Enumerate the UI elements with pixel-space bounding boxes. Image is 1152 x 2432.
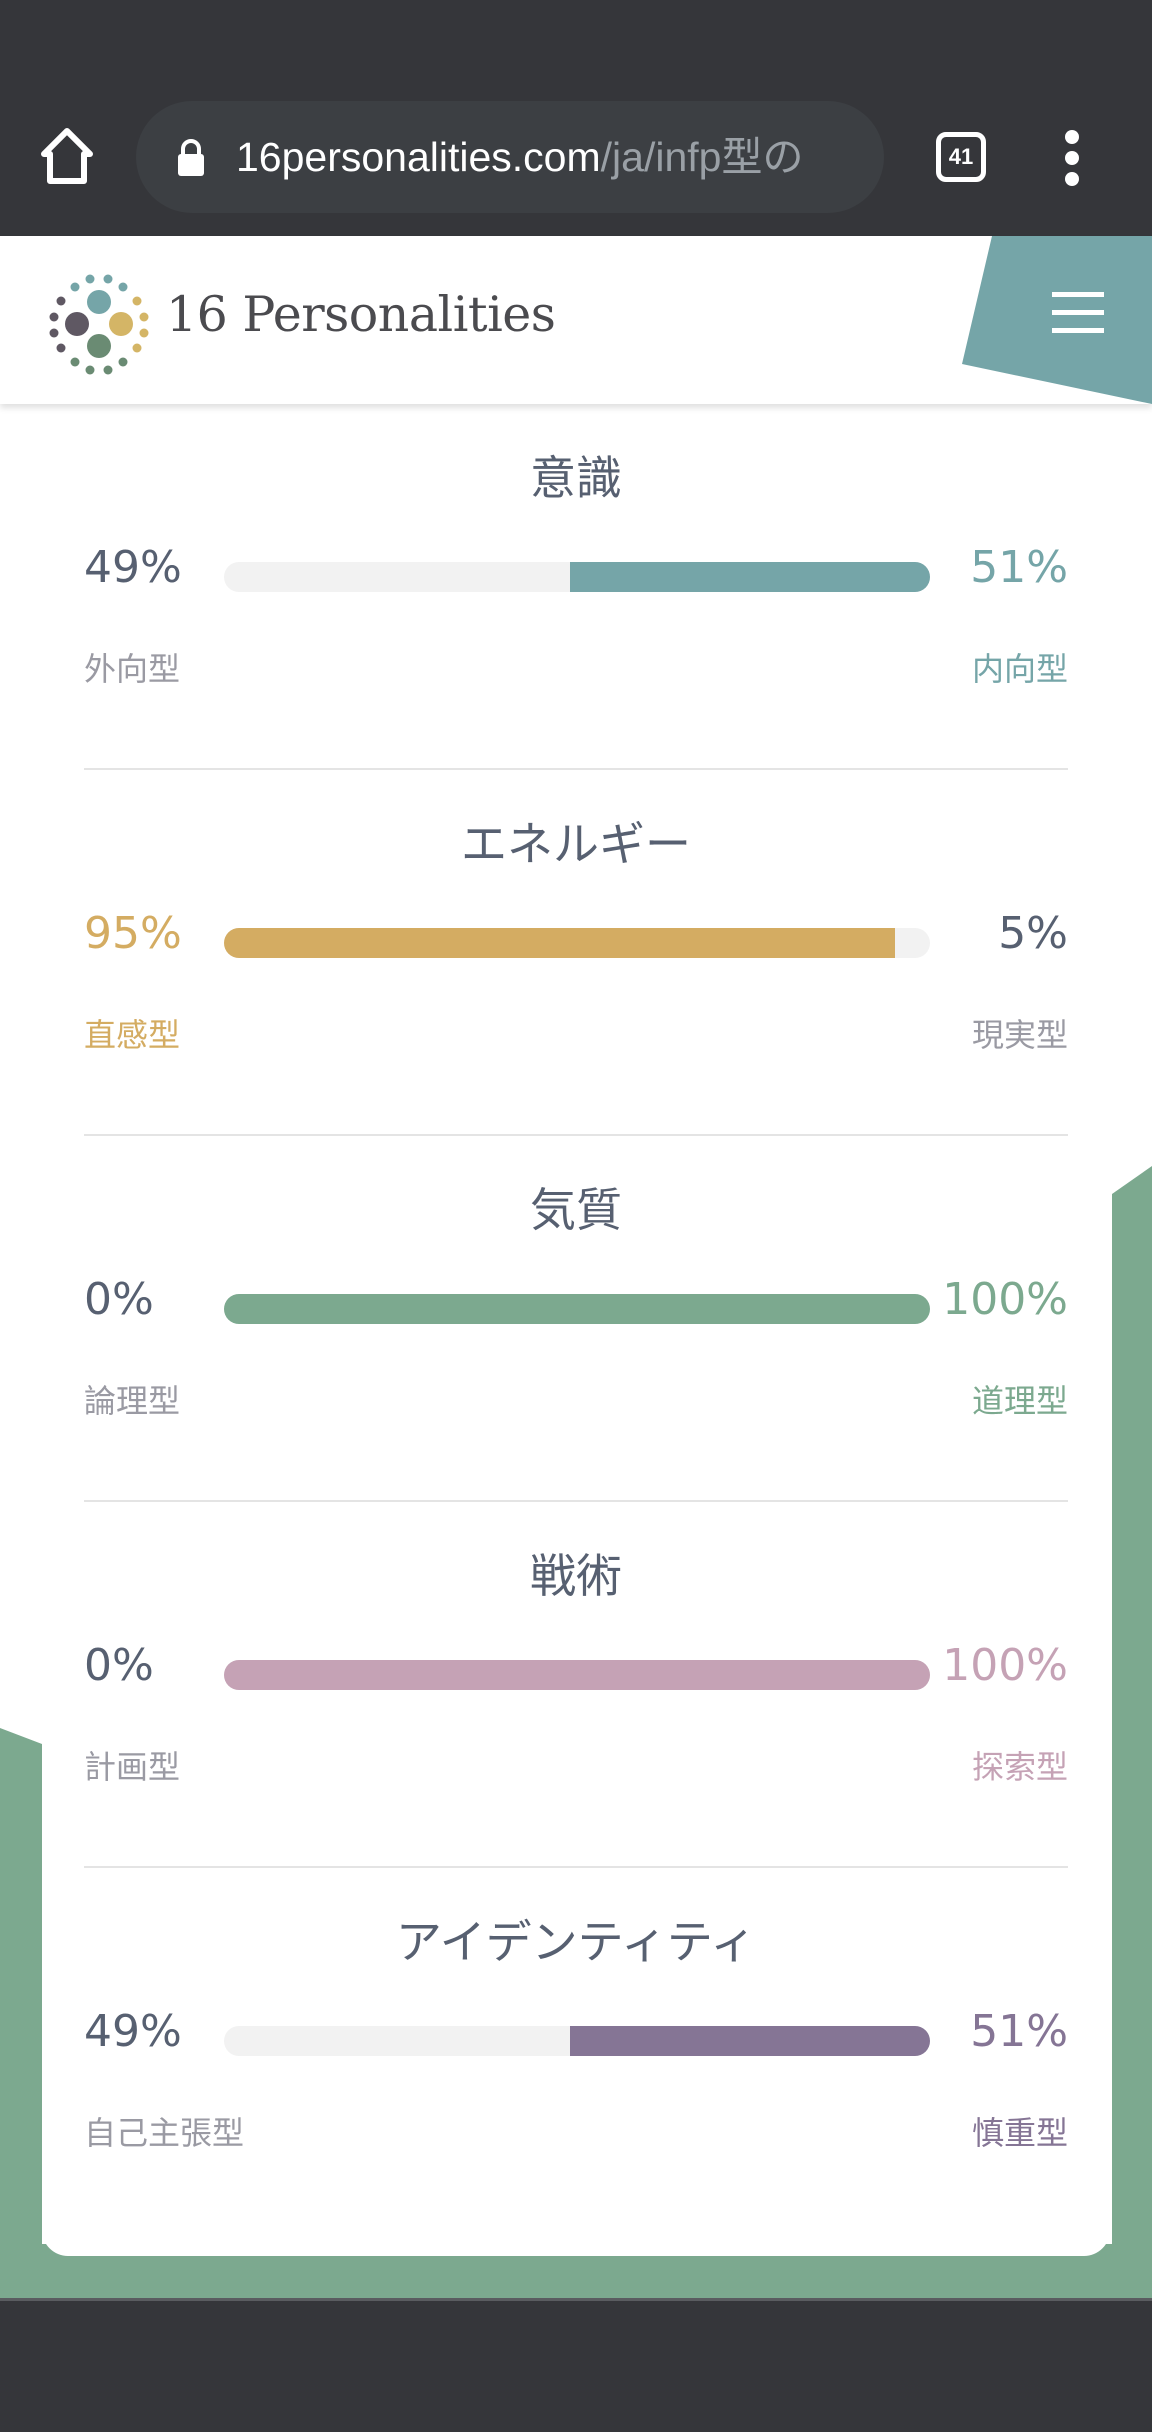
left-label: 論理型	[84, 1382, 181, 1420]
left-percent: 95%	[84, 908, 182, 959]
trait-bar-fill	[569, 2026, 930, 2056]
site-header: 16 Personalities	[0, 236, 1152, 404]
left-percent: 0%	[84, 1640, 154, 1691]
url-path: /ja/infp型の	[600, 134, 804, 180]
right-label: 探索型	[971, 1748, 1068, 1786]
right-percent: 51%	[970, 2006, 1068, 2057]
lock-icon	[178, 139, 204, 176]
right-label: 慎重型	[971, 2114, 1068, 2152]
traits-card: 意識 49% 51% 外向型 内向型 エネルギー 95% 5% 直感型 現実型 …	[42, 404, 1110, 2256]
right-percent: 5%	[998, 908, 1068, 959]
trait-bar	[224, 1294, 930, 1324]
right-label: 道理型	[971, 1382, 1068, 1420]
trait-bar-fill	[224, 1660, 930, 1690]
left-percent: 0%	[84, 1274, 154, 1325]
hamburger-menu-icon[interactable]	[1052, 292, 1104, 333]
trait-mind: 意識 49% 51% 外向型 内向型	[84, 404, 1068, 770]
right-label: 内向型	[971, 650, 1068, 688]
trait-title: エネルギー	[461, 817, 691, 871]
left-label: 計画型	[84, 1748, 181, 1786]
address-bar[interactable]: 16personalities.com/ja/infp型の	[136, 101, 884, 213]
trait-title: アイデンティティ	[395, 1915, 757, 1969]
right-percent: 100%	[942, 1640, 1068, 1691]
trait-title: 戦術	[530, 1549, 622, 1603]
url-domain: 16personalities.com	[236, 134, 601, 180]
right-percent: 51%	[970, 542, 1068, 593]
browser-toolbar: 16personalities.com/ja/infp型の 41	[0, 0, 1152, 236]
trait-bar	[224, 928, 930, 958]
left-label: 直感型	[84, 1016, 181, 1054]
left-label: 自己主張型	[84, 2114, 245, 2152]
trait-energy: エネルギー 95% 5% 直感型 現実型	[84, 770, 1068, 1136]
trait-bar-fill	[569, 562, 930, 592]
home-icon[interactable]	[38, 126, 96, 186]
logo-icon[interactable]	[44, 270, 154, 380]
trait-title: 気質	[530, 1183, 622, 1237]
trait-bar	[224, 1660, 930, 1690]
left-percent: 49%	[84, 542, 182, 593]
trait-bar	[224, 2026, 930, 2056]
tab-switcher-button[interactable]: 41	[936, 132, 986, 182]
right-label: 現実型	[971, 1016, 1068, 1054]
right-percent: 100%	[942, 1274, 1068, 1325]
trait-nature: 気質 0% 100% 論理型 道理型	[84, 1136, 1068, 1502]
trait-bar	[224, 562, 930, 592]
url-text[interactable]: 16personalities.com/ja/infp型の	[236, 129, 876, 185]
left-percent: 49%	[84, 2006, 182, 2057]
trait-title: 意識	[530, 451, 622, 505]
trait-bar-fill	[224, 1294, 930, 1324]
brand-name[interactable]: 16 Personalities	[166, 286, 556, 343]
system-navigation-bar	[0, 2298, 1152, 2432]
trait-bar-fill	[224, 928, 895, 958]
more-menu-icon[interactable]	[1060, 130, 1084, 186]
trait-tactics: 戦術 0% 100% 計画型 探索型	[84, 1502, 1068, 1868]
left-label: 外向型	[84, 650, 181, 688]
trait-identity: アイデンティティ 49% 51% 自己主張型 慎重型	[84, 1868, 1068, 2234]
